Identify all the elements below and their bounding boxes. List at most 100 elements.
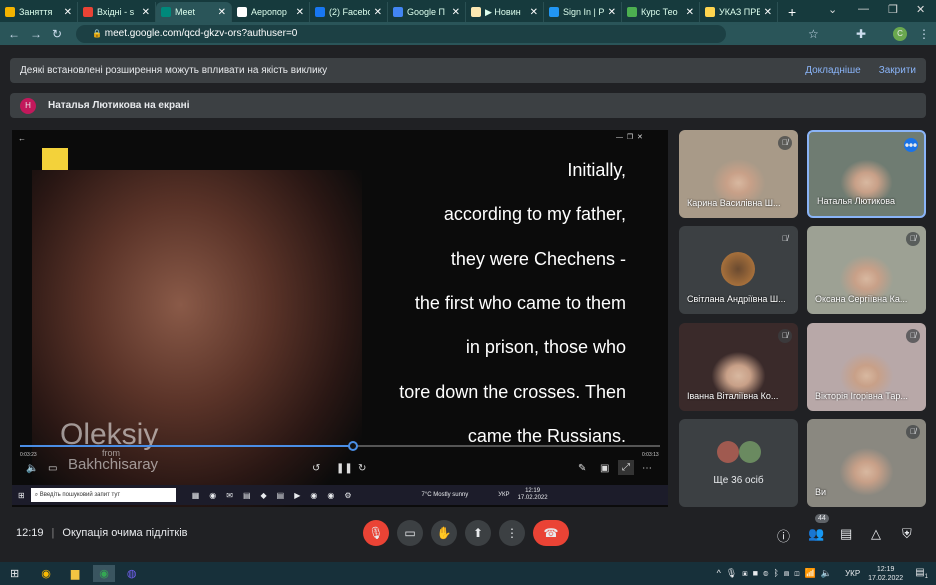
speaking-indicator-icon: ⦁⦁⦁ (904, 138, 918, 152)
url-input[interactable]: 🔒 meet.google.com/qcd-gkzv-ors?authuser=… (76, 25, 726, 43)
os-lang[interactable]: УКР (845, 569, 860, 578)
tab-label: Вхідні - s (97, 7, 135, 17)
extensions-icon[interactable]: ✚ (856, 27, 866, 41)
bookmark-star-icon[interactable]: ☆ (808, 27, 819, 41)
browser-tab[interactable]: Заняття ✕ (0, 2, 78, 22)
rewind-10-icon[interactable]: ↺ (312, 463, 320, 474)
browser-tab[interactable]: УКАЗ ПРЕ ✕ (700, 2, 778, 22)
learn-more-link[interactable]: Докладніше (805, 65, 861, 76)
chrome-active-icon[interactable]: ◉ (93, 565, 115, 582)
participant-tile[interactable]: Світлана Андріївна Ш... 🎙̸ (679, 226, 798, 315)
video-progress-bar[interactable] (20, 441, 660, 451)
shared-weather: 7°C Mostly sunny (421, 492, 469, 498)
windows-taskbar: ⊞ ◉ ▆ ◉ ◍ ^🎙▣■◍ᛒ▤◫📶🔈 УКР 12:19 17.02.2022… (0, 562, 936, 585)
people-icon[interactable]: 👥 (808, 526, 824, 542)
more-icon[interactable]: ⋯ (642, 463, 652, 474)
participant-tile[interactable]: Наталья Лютикова ⦁⦁⦁ (807, 130, 926, 218)
mic-muted-button[interactable]: 🎙 (363, 520, 389, 546)
participant-tile[interactable]: Карина Василівна Ш... 🎙̸ (679, 130, 798, 218)
presenting-banner: Н Наталья Лютикова на екрані (10, 93, 926, 118)
notifications-icon[interactable]: ▤1 (915, 567, 928, 580)
raise-hand-button[interactable]: ✋ (431, 520, 457, 546)
subtitle-line: according to my father, (443, 204, 626, 225)
progress-knob[interactable] (347, 441, 358, 451)
browser-tab[interactable]: Google П ✕ (388, 2, 466, 22)
present-button[interactable]: ⬆ (465, 520, 491, 546)
tab-close-icon[interactable]: ✕ (686, 7, 694, 18)
meeting-title: Окупація очима підлітків (62, 527, 188, 539)
tab-close-icon[interactable]: ✕ (608, 7, 616, 18)
participant-name: Вікторія Ігорівна Тар... (815, 390, 908, 401)
captions-icon[interactable]: ▭ (48, 463, 57, 474)
browser-tab[interactable]: (2) Facebo ✕ (310, 2, 388, 22)
info-icon[interactable]: ⓘ (777, 526, 790, 545)
browser-tab[interactable]: Sign In | P ✕ (544, 2, 622, 22)
browser-tab[interactable]: ▶ Новин ✕ (466, 2, 544, 22)
miniplayer-icon[interactable]: ▣ (600, 463, 609, 474)
tab-favicon-icon (237, 7, 247, 17)
mic-muted-icon: 🎙̸ (906, 424, 920, 439)
chat-icon[interactable]: ▤ (840, 526, 852, 542)
participant-tile[interactable]: Оксана Сергіївна Ка... 🎙̸ (807, 226, 926, 315)
forward-30-icon[interactable]: ↻ (358, 463, 366, 474)
tab-close-icon[interactable]: ✕ (764, 7, 772, 18)
camera-button[interactable]: ▭ (397, 520, 423, 546)
presentation-video[interactable]: ← — ❐ ✕ Initially, according to my father… (12, 130, 668, 507)
start-icon[interactable]: ⊞ (10, 567, 19, 580)
tab-close-icon[interactable]: ✕ (64, 7, 72, 18)
participant-tile[interactable]: Іванна Віталіївна Ко... 🎙̸ (679, 322, 798, 411)
tab-close-icon[interactable]: ✕ (374, 7, 382, 18)
tab-label: Meet (175, 7, 196, 17)
tab-close-icon[interactable]: ✕ (452, 7, 460, 18)
tab-search-icon[interactable]: ⌄ (828, 3, 837, 16)
close-window-button[interactable]: ✕ (916, 3, 925, 16)
browser-tab[interactable]: Аеропор ✕ (232, 2, 310, 22)
maximize-button[interactable]: ❐ (888, 3, 898, 16)
tab-favicon-icon (627, 7, 637, 17)
tab-label: УКАЗ ПРЕ (719, 7, 760, 17)
tab-close-icon[interactable]: ✕ (218, 7, 226, 18)
system-tray-icons[interactable]: ^🎙▣■◍ᛒ▤◫📶🔈 (717, 568, 838, 579)
forward-icon[interactable]: → (30, 27, 42, 41)
participant-tile[interactable]: Вікторія Ігорівна Тар... 🎙̸ (807, 322, 926, 411)
minimize-button[interactable]: — (858, 3, 869, 15)
fullscreen-icon[interactable]: ⤢ (618, 460, 634, 475)
file-explorer-icon[interactable]: ▆ (71, 567, 79, 580)
leave-call-button[interactable]: ☎ (533, 520, 569, 546)
reload-icon[interactable]: ↻ (52, 27, 62, 41)
tab-close-icon[interactable]: ✕ (142, 7, 150, 18)
tab-bar: Заняття ✕ Вхідні - s ✕ Meet ✕ Аеропор ✕ (2) Face… (0, 0, 936, 22)
time-total: 0:03:13 (642, 452, 659, 458)
back-icon[interactable]: ← (8, 27, 20, 41)
profile-avatar[interactable]: C (893, 27, 907, 41)
chrome-icon[interactable]: ◉ (41, 567, 51, 580)
participant-tile[interactable]: Ви 🎙̸ (807, 418, 926, 507)
tab-close-icon[interactable]: ✕ (530, 7, 538, 18)
browser-tab[interactable]: Курс Тео ✕ (622, 2, 700, 22)
presenting-text: Наталья Лютикова на екрані (48, 100, 190, 111)
browser-tab[interactable]: Meet ✕ (156, 2, 232, 22)
more-options-button[interactable]: ⋮ (499, 520, 525, 546)
extension-warning-banner: Деякі встановлені розширення можуть впли… (10, 58, 926, 83)
activities-icon[interactable]: △ (871, 526, 881, 542)
browser-tab[interactable]: Вхідні - s ✕ (78, 2, 156, 22)
participant-name: Оксана Сергіївна Ка... (815, 294, 908, 305)
new-tab-button[interactable]: + (788, 4, 796, 20)
player-back-icon[interactable]: ← (18, 134, 26, 143)
host-controls-icon[interactable]: ⛨ (902, 526, 912, 542)
shared-lang: УКР (498, 492, 510, 498)
pause-icon[interactable]: ❚❚ (336, 463, 353, 474)
shared-search-text: Введіть пошуковий запит тут (39, 492, 121, 498)
os-date: 17.02.2022 (868, 574, 904, 582)
viber-icon[interactable]: ◍ (127, 567, 137, 580)
tab-close-icon[interactable]: ✕ (296, 7, 304, 18)
tab-label: (2) Facebo (329, 7, 370, 17)
volume-icon[interactable]: 🔈 (26, 463, 38, 474)
close-banner-button[interactable]: Закрити (879, 65, 916, 76)
participant-tile[interactable]: Ще 36 осіб (679, 418, 798, 507)
tab-label: Аеропор (251, 7, 287, 17)
tab-label: Google П (407, 7, 445, 17)
menu-icon[interactable]: ⋮ (918, 27, 930, 41)
player-window-controls[interactable]: — ❐ ✕ (616, 133, 643, 141)
edit-icon[interactable]: ✎ (578, 463, 586, 474)
